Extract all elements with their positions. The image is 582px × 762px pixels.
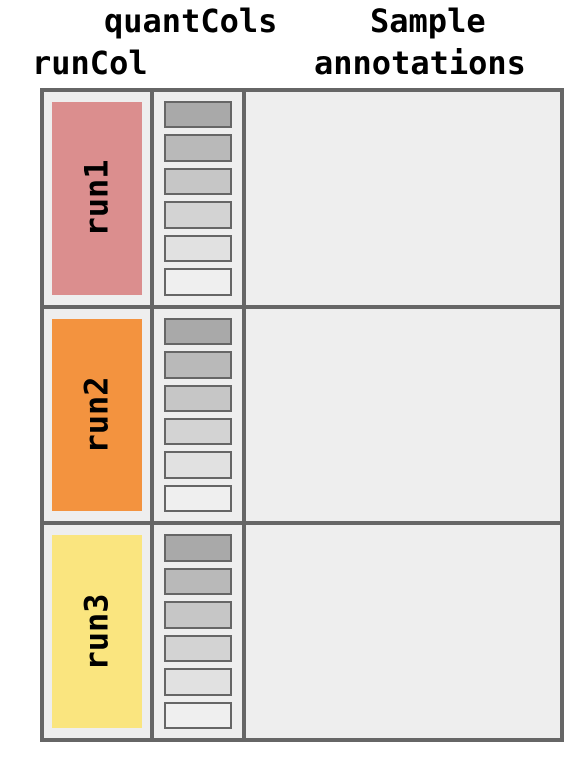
quant-row: [164, 385, 232, 412]
quant-row: [164, 418, 232, 445]
sample-annotations-cell: [246, 309, 560, 522]
runcol-box-run1: run1: [52, 102, 142, 295]
runcol-box-run2: run2: [52, 319, 142, 512]
quant-row: [164, 318, 232, 345]
header-area: quantCols runCol Sample annotations: [0, 0, 582, 90]
sample-annotations-cell: [246, 525, 560, 738]
quant-row: [164, 235, 232, 262]
runcol-cell: run3: [44, 525, 154, 738]
quant-row: [164, 351, 232, 378]
sample-annotations-cell: [246, 92, 560, 305]
quant-row: [164, 101, 232, 128]
quant-row: [164, 601, 232, 628]
runcol-cell: run2: [44, 309, 154, 522]
quant-row: [164, 668, 232, 695]
runcol-cell: run1: [44, 92, 154, 305]
quantcols-cell: [154, 309, 246, 522]
quantcols-cell: [154, 525, 246, 738]
quant-row: [164, 635, 232, 662]
header-annotations: annotations: [314, 44, 526, 82]
quant-row: [164, 485, 232, 512]
header-quantcols: quantCols: [104, 2, 277, 40]
quant-row: [164, 268, 232, 295]
quant-row: [164, 451, 232, 478]
header-runcol: runCol: [32, 44, 148, 82]
quant-row: [164, 702, 232, 729]
header-sample: Sample: [370, 2, 486, 40]
quantcols-cell: [154, 92, 246, 305]
quant-row: [164, 534, 232, 561]
quant-row: [164, 201, 232, 228]
quant-row: [164, 134, 232, 161]
run-label: run3: [78, 593, 116, 670]
run-label: run2: [78, 376, 116, 453]
run-block: run3: [44, 525, 560, 738]
run-block: run1: [44, 92, 560, 309]
run-label: run1: [78, 160, 116, 237]
quant-row: [164, 568, 232, 595]
quant-row: [164, 168, 232, 195]
runcol-box-run3: run3: [52, 535, 142, 728]
coldata-table: run1 run2: [40, 88, 564, 742]
run-block: run2: [44, 309, 560, 526]
